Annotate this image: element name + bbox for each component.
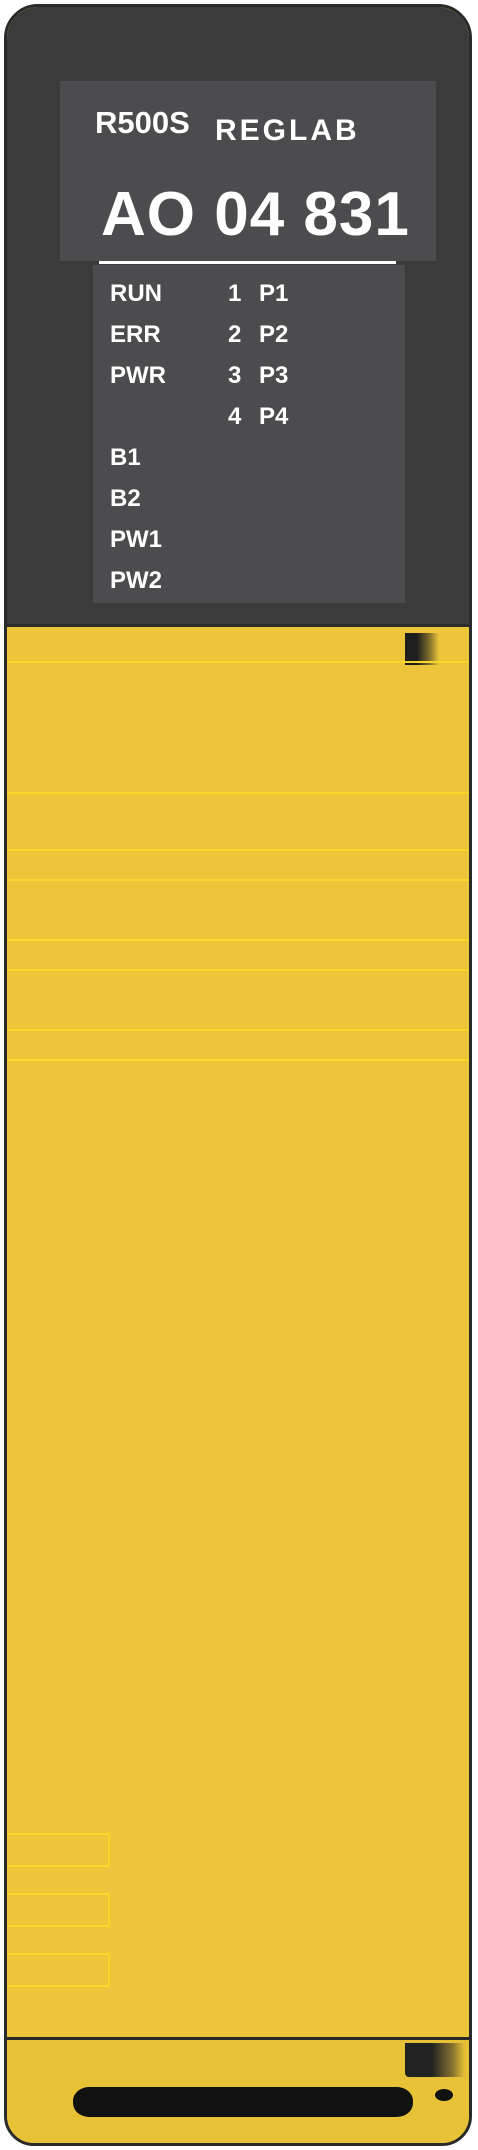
housing-groove-line [7,849,469,851]
channel-number: 1 [228,280,242,307]
led-label-err: ERR [110,321,161,348]
housing-groove-line [7,969,469,971]
channel-label: P1 [259,280,289,307]
channel-number: 2 [228,321,242,348]
series-label: R500S [95,105,190,140]
housing-groove-line [7,939,469,941]
housing-body [7,627,469,2037]
led-label-pwr: PWR [110,362,166,389]
housing-groove-line [7,1059,469,1061]
channel-label: P4 [259,403,289,430]
housing-groove-line [7,792,469,794]
model-number: AO 04 831 [101,180,410,249]
led-label-b1: B1 [110,444,141,471]
led-label-pw1: PW1 [110,526,163,553]
housing-groove-line [7,879,469,881]
led-label-pw2: PW2 [110,567,163,594]
model-underline [99,261,396,264]
channel-label: P2 [259,321,289,348]
led-label-b2: B2 [110,485,141,512]
channel-number: 3 [228,362,242,389]
terminal-slot [7,1833,110,1867]
release-grip-slot[interactable] [73,2087,413,2117]
housing-groove-line [7,1029,469,1031]
channel-label: P3 [259,362,289,389]
io-module-device: R500S REGLAB AO 04 831 RUN ERR PWR B1 B2… [4,4,472,2146]
brand-logo-text: REGLAB [215,114,360,147]
housing-groove-line [7,661,469,663]
brand-logo: REGLAB [215,110,393,148]
terminal-slot [7,1953,110,1987]
bottom-latch-notch [405,2043,465,2077]
led-label-run: RUN [110,280,162,307]
channel-number: 4 [228,403,242,430]
mounting-hole [435,2089,453,2101]
terminal-slot [7,1893,110,1927]
